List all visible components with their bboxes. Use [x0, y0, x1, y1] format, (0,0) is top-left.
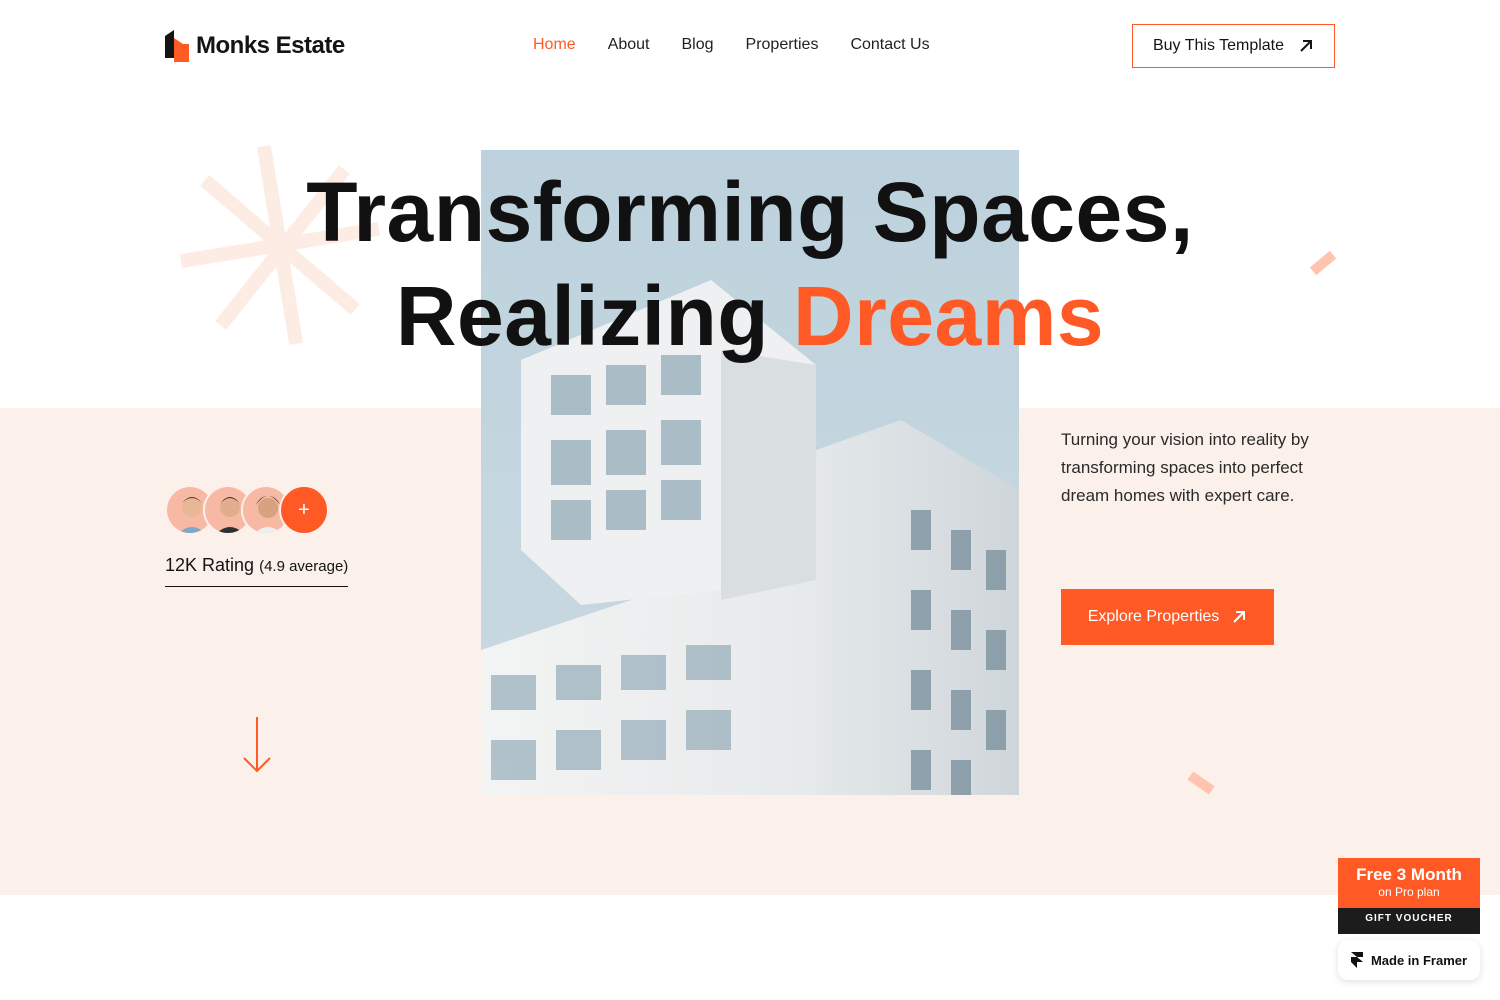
hero-headline: Transforming Spaces, Realizing Dreams	[0, 160, 1500, 368]
voucher-footer: GIFT VOUCHER	[1338, 908, 1480, 934]
main-nav: Home About Blog Properties Contact Us	[533, 36, 930, 54]
gift-voucher-badge[interactable]: Free 3 Month on Pro plan GIFT VOUCHER	[1338, 858, 1480, 934]
headline-line1: Transforming Spaces,	[306, 165, 1194, 259]
framer-badge-label: Made in Framer	[1370, 952, 1468, 968]
framer-logo-icon	[1350, 952, 1363, 968]
explore-properties-label: Explore Properties	[1087, 608, 1220, 625]
headline-accent: Dreams	[792, 269, 1105, 363]
logo-text: Monks Estate	[196, 32, 345, 59]
add-avatar-button[interactable]: +	[279, 485, 329, 535]
arrow-up-right-icon	[1300, 40, 1313, 52]
arrow-down-icon[interactable]	[242, 715, 272, 775]
headline-line2: Realizing	[395, 269, 770, 363]
nav-about[interactable]: About	[608, 36, 650, 54]
logo[interactable]: Monks Estate	[165, 30, 345, 62]
rating-summary: 12K Rating (4.9 average)	[165, 555, 349, 587]
buy-template-button[interactable]: Buy This Template	[1132, 24, 1335, 68]
hero-description: Turning your vision into reality by tran…	[1061, 430, 1309, 505]
voucher-top: Free 3 Month on Pro plan	[1338, 858, 1480, 908]
site-header: Monks Estate Home About Blog Properties …	[0, 0, 1500, 92]
rating-main: 12K Rating	[165, 555, 255, 575]
rating-detail: (4.9 average)	[259, 558, 349, 575]
nav-blog[interactable]: Blog	[682, 36, 714, 54]
arrow-up-right-icon	[1233, 611, 1246, 623]
nav-contact[interactable]: Contact Us	[850, 36, 929, 54]
nav-properties[interactable]: Properties	[746, 36, 819, 54]
explore-properties-button[interactable]: Explore Properties	[1061, 589, 1274, 645]
logo-icon	[165, 30, 189, 62]
made-in-framer-badge[interactable]: Made in Framer	[1338, 940, 1480, 980]
voucher-subtitle: on Pro plan	[1378, 885, 1440, 899]
buy-template-label: Buy This Template	[1152, 37, 1285, 54]
voucher-title: Free 3 Month	[1356, 865, 1462, 884]
avatar-group: +	[165, 485, 329, 535]
nav-home[interactable]: Home	[533, 36, 576, 54]
